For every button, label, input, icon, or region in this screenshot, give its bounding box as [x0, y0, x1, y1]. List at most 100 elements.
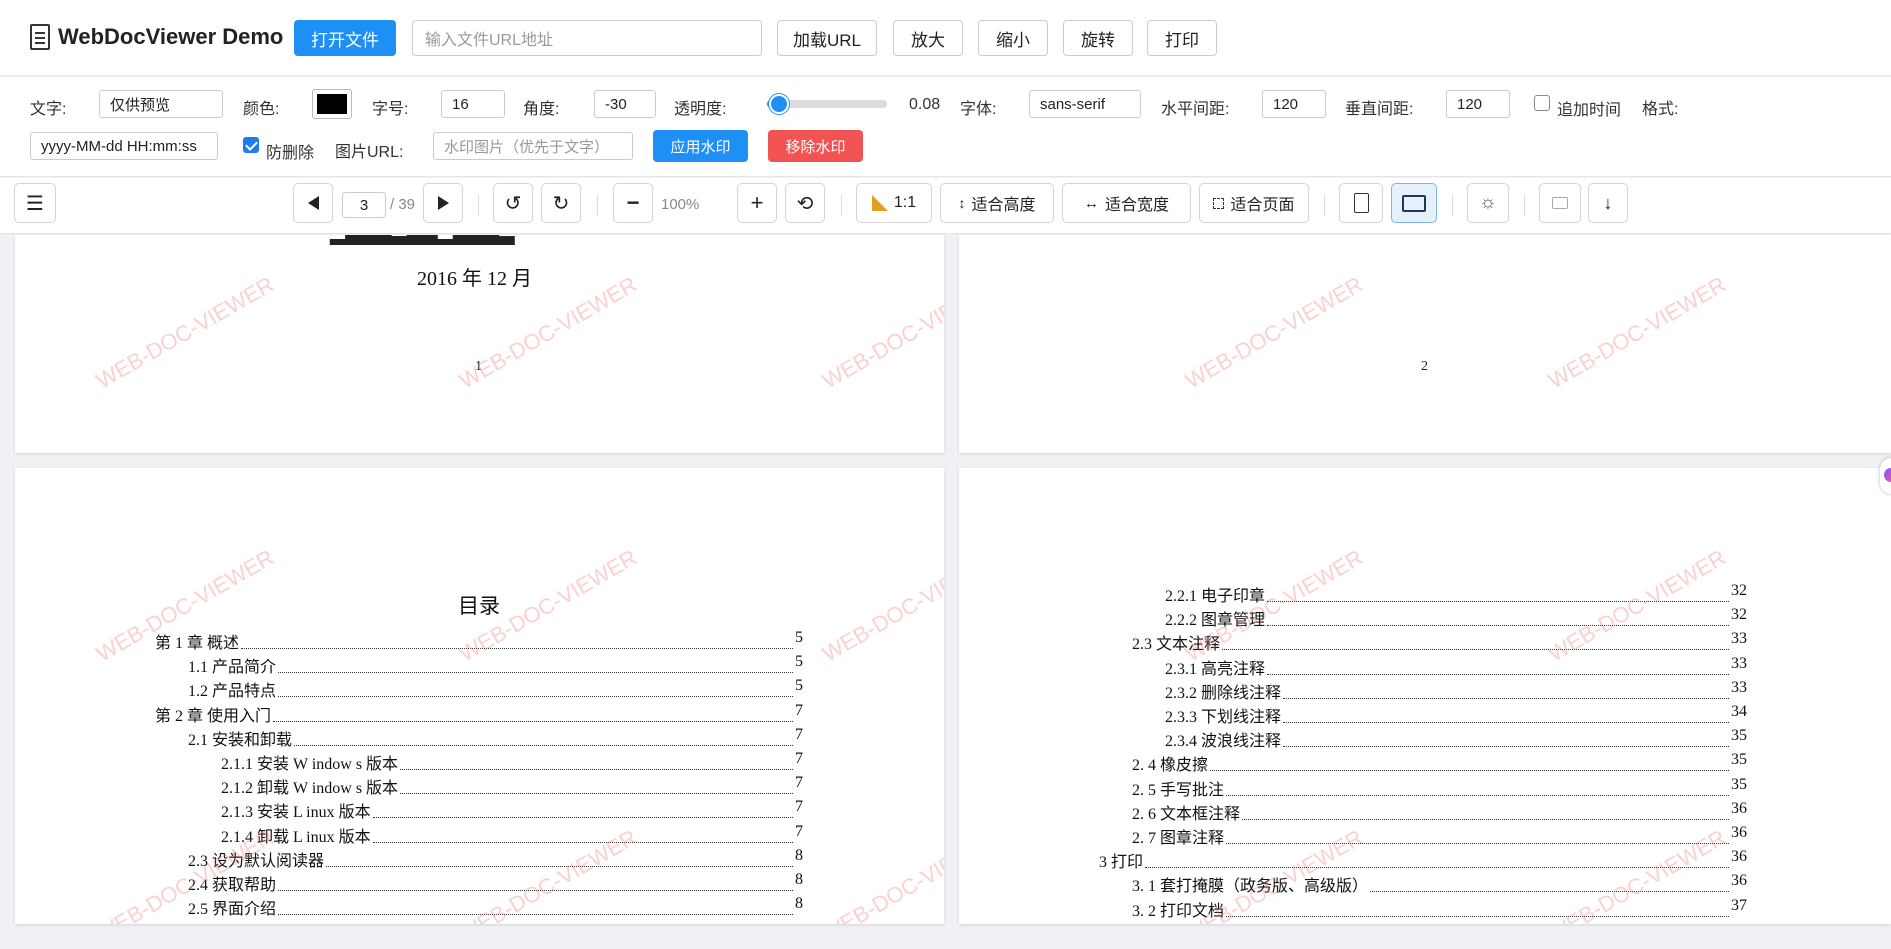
toc-entry[interactable]: 2.2.1 电子印章 32 — [1165, 582, 1747, 606]
toc-entry-page: 36 — [1731, 872, 1747, 890]
single-page-button[interactable] — [1339, 183, 1383, 223]
toc-entry[interactable]: 3. 1 套打掩膜（政务版、高级版） 36 — [1132, 872, 1747, 896]
zoom-out-tool-button[interactable]: − — [613, 183, 653, 223]
wm-opacity-slider[interactable] — [767, 94, 887, 114]
anti-delete-checkbox[interactable] — [243, 137, 259, 153]
toc-leader-dots — [326, 847, 793, 867]
zoom-in-button[interactable]: 放大 — [893, 20, 963, 56]
wm-vspace-label: 垂直间距: — [1345, 101, 1414, 118]
theme-toggle-button[interactable]: ☼ — [1467, 183, 1509, 223]
download-button[interactable]: ↓ — [1588, 183, 1628, 223]
toc-entry[interactable]: 2.3.3 下划线注释 34 — [1165, 703, 1747, 727]
sidebar-toggle-button[interactable]: ☰ — [14, 183, 56, 223]
toc-entry[interactable]: 2.1.3 安装 L inux 版本 7 — [221, 798, 803, 822]
actual-size-button[interactable]: 1:1 — [856, 183, 932, 223]
toc-entry[interactable]: 2. 6 文本框注释 36 — [1132, 800, 1747, 824]
wm-image-url-input[interactable]: 水印图片（优先于文字） — [433, 132, 633, 160]
fit-height-button[interactable]: ↕ 适合高度 — [940, 183, 1054, 223]
wm-font-input[interactable]: sans-serif — [1029, 90, 1141, 118]
toc-leader-dots — [273, 702, 793, 722]
fit-height-label: 适合高度 — [971, 197, 1036, 214]
zoom-in-tool-button[interactable]: + — [737, 183, 777, 223]
fit-height-icon: ↕ — [958, 195, 966, 211]
toc-entry[interactable]: 2. 7 图章注释 36 — [1132, 824, 1747, 848]
open-file-button[interactable]: 打开文件 — [294, 20, 396, 56]
toc-entry-page: 5 — [795, 677, 803, 695]
toc-entry[interactable]: 2. 5 手写批注 35 — [1132, 776, 1747, 800]
wm-color-picker[interactable] — [312, 89, 352, 119]
toc-entry[interactable]: 2. 4 橡皮擦 35 — [1132, 751, 1747, 775]
zoom-out-button[interactable]: 缩小 — [978, 20, 1048, 56]
fit-width-button[interactable]: ↔ 适合宽度 — [1062, 183, 1191, 223]
toc-entry[interactable]: 2.4 获取帮助 8 — [188, 871, 803, 895]
toc-entry-title: 第 1 章 概述 — [155, 635, 240, 652]
rotate-button[interactable]: 旋转 — [1063, 20, 1133, 56]
fit-page-button[interactable]: 适合页面 — [1199, 183, 1309, 223]
wm-vspace-input[interactable]: 120 — [1446, 90, 1510, 118]
toc-entry[interactable]: 1.2 产品特点 5 — [188, 677, 803, 701]
toc-leader-dots — [1370, 872, 1729, 893]
toc-entry[interactable]: 2.3.2 删除线注释 33 — [1165, 679, 1747, 703]
toc-entry[interactable]: 第 1 章 概述 5 — [155, 629, 803, 653]
reset-zoom-button[interactable]: ⟲ — [785, 183, 825, 223]
toc-entry[interactable]: 2.3.1 高亮注释 33 — [1165, 655, 1747, 679]
toc-entry[interactable]: 2.3 设为默认阅读器 8 — [188, 847, 803, 871]
apply-watermark-button[interactable]: 应用水印 — [653, 130, 748, 162]
remove-watermark-button[interactable]: 移除水印 — [768, 130, 863, 162]
wm-color-label: 颜色: — [243, 101, 280, 118]
printer-icon — [1552, 197, 1568, 209]
prev-page-button[interactable] — [293, 183, 333, 223]
rotate-left-button[interactable]: ↺ — [493, 183, 533, 223]
toc-entry-page: 33 — [1731, 654, 1747, 672]
page-4: 2.2.1 电子印章 32 2.2.2 图章管理 32 2.3 文本注释 33 2.3.1 … — [959, 468, 1891, 924]
print-button[interactable]: 打印 — [1147, 20, 1217, 56]
wm-size-label: 字号: — [372, 101, 409, 118]
toc-entry[interactable]: 3. 2 打印文档 37 — [1132, 897, 1747, 921]
toc-entry[interactable]: 2.3.4 波浪线注释 35 — [1165, 727, 1747, 751]
url-input[interactable]: 输入文件URL地址 — [412, 20, 762, 56]
wm-format-input[interactable]: yyyy-MM-dd HH:mm:ss — [30, 132, 218, 160]
toc-entry[interactable]: 2.1 安装和卸载 7 — [188, 726, 803, 750]
toc-entry[interactable]: 第 2 章 使用入门 7 — [155, 702, 803, 726]
wm-opacity-label: 透明度: — [674, 101, 727, 118]
sun-icon: ☼ — [1479, 192, 1497, 213]
wm-hspace-input[interactable]: 120 — [1262, 90, 1326, 118]
wm-text-input[interactable]: 仅供预览 — [99, 90, 223, 118]
toc-entry[interactable]: 2.2.2 图章管理 32 — [1165, 606, 1747, 630]
load-url-button[interactable]: 加载URL — [777, 20, 877, 56]
toc-entry[interactable]: 2.5 界面介绍 8 — [188, 895, 803, 919]
page-number-input[interactable]: 3 — [342, 192, 386, 218]
double-page-button[interactable] — [1391, 183, 1437, 223]
next-page-button[interactable] — [423, 183, 463, 223]
wm-angle-label: 角度: — [523, 101, 560, 118]
fit-width-label: 适合宽度 — [1104, 197, 1169, 214]
watermark-text: WEB-DOC-VIEWER — [817, 824, 944, 924]
app-logo: WebDocViewer Demo — [30, 24, 283, 50]
toc-entry[interactable]: 3 打印 36 — [1099, 848, 1747, 872]
append-time-checkbox[interactable] — [1534, 95, 1550, 111]
fit-page-label: 适合页面 — [1230, 197, 1295, 214]
floating-assistant-icon[interactable] — [1880, 458, 1891, 494]
total-pages: / 39 — [390, 196, 416, 213]
toc-entry-page: 35 — [1731, 727, 1747, 745]
toc-entry[interactable]: 2.1.4 卸载 L inux 版本 7 — [221, 823, 803, 847]
toc-entry[interactable]: 1.1 产品简介 5 — [188, 653, 803, 677]
wm-format-label: 格式: — [1642, 101, 1679, 118]
download-icon: ↓ — [1603, 192, 1613, 213]
toc-entry-page: 7 — [795, 750, 803, 767]
toc-entry-page: 7 — [795, 798, 803, 816]
toc-entry-title: 2.1.4 卸载 L inux 版本 — [221, 828, 371, 846]
toc-entry[interactable]: 2.1.2 卸载 W indow s 版本 7 — [221, 774, 803, 798]
single-page-icon — [1353, 193, 1369, 213]
wm-size-input[interactable]: 16 — [441, 90, 505, 118]
wm-angle-input[interactable]: -30 — [594, 90, 656, 118]
toc-entry[interactable]: 2.1.1 安装 W indow s 版本 7 — [221, 750, 803, 774]
print-tool-button[interactable] — [1539, 183, 1581, 223]
rotate-cw-icon: ↻ — [552, 192, 570, 215]
rotate-ccw-icon: ↺ — [504, 192, 522, 215]
page-3: 目录 第 1 章 概述 5 1.1 产品简介 5 1.2 产品特点 5 第 2 章 使用入门… — [15, 468, 944, 924]
toc-entry[interactable]: 2.3 文本注释 33 — [1132, 630, 1747, 654]
rotate-right-button[interactable]: ↻ — [541, 183, 581, 223]
toolbar-divider — [1524, 194, 1525, 216]
slider-thumb[interactable] — [769, 94, 789, 114]
